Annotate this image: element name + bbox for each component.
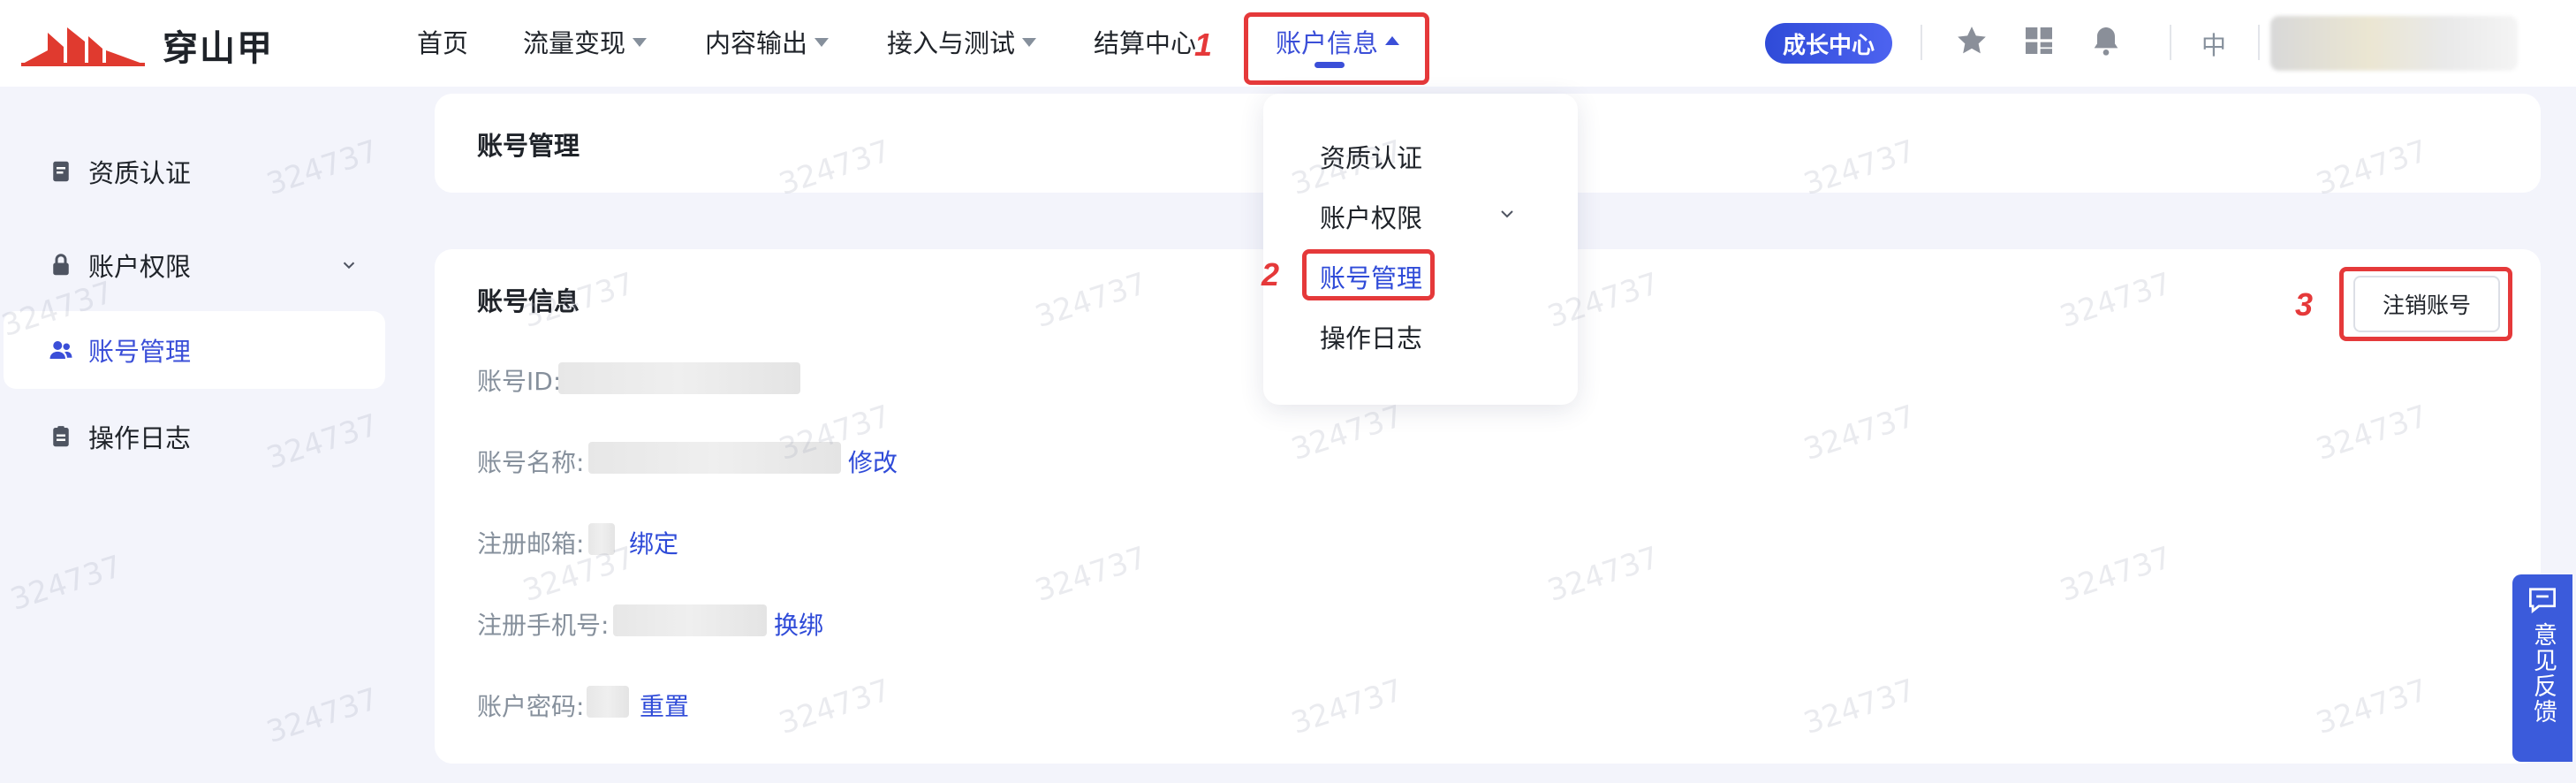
annotation-number-3: 3 — [2295, 286, 2314, 323]
nav-traffic-label: 流量变现 — [523, 28, 626, 58]
nav-integration-label: 接入与测试 — [887, 28, 1016, 58]
growth-center-button[interactable]: 成长中心 — [1765, 23, 1892, 64]
password-label: 账户密码: — [477, 692, 585, 721]
password-value-redacted — [587, 686, 629, 718]
divider — [2170, 25, 2171, 60]
dropdown-item-qualification[interactable]: 资质认证 — [1320, 138, 1422, 175]
reset-password-link[interactable]: 重置 — [640, 688, 689, 723]
phone-label: 注册手机号: — [477, 611, 610, 640]
sidebar-item-label: 资质认证 — [88, 158, 192, 188]
nav-settlement-center[interactable]: 结算中心 — [1094, 23, 1196, 60]
account-id-label: 账号ID: — [477, 367, 562, 396]
nav-home-label: 首页 — [417, 28, 469, 58]
nav-traffic-monetization[interactable]: 流量变现 — [523, 23, 648, 60]
nav-home[interactable]: 首页 — [417, 23, 468, 60]
chevron-down-icon[interactable] — [1496, 203, 1518, 224]
page-title: 账号管理 — [477, 131, 580, 161]
sidebar-item-account-permission[interactable]: 账户权限 — [4, 226, 385, 304]
nav-content-label: 内容输出 — [705, 28, 808, 58]
grid-icon[interactable] — [2021, 23, 2057, 58]
dropdown-item-operation-log[interactable]: 操作日志 — [1320, 318, 1422, 355]
lock-icon — [53, 254, 69, 276]
sidebar-item-account-management[interactable]: 账号管理 — [4, 311, 385, 389]
phone-value-redacted — [613, 604, 767, 636]
email-label: 注册邮箱: — [477, 529, 585, 559]
nav-content-output[interactable]: 内容输出 — [705, 23, 830, 60]
annotation-box-step-2 — [1302, 249, 1435, 300]
caret-down-icon — [1022, 38, 1037, 47]
annotation-box-step-3 — [2339, 267, 2512, 341]
star-icon[interactable] — [1954, 23, 1989, 58]
users-icon — [49, 341, 72, 359]
section-title: 账号信息 — [477, 286, 580, 316]
email-value-redacted — [588, 523, 615, 555]
bind-email-link[interactable]: 绑定 — [629, 525, 678, 560]
annotation-number-1: 1 — [1194, 27, 1213, 63]
annotation-box-step-1 — [1244, 12, 1429, 85]
chat-icon — [2529, 588, 2556, 613]
account-name-value-redacted — [588, 442, 841, 474]
language-switch[interactable]: 中 — [2201, 27, 2226, 62]
edit-name-link[interactable]: 修改 — [848, 444, 898, 479]
dropdown-item-account-permission[interactable]: 账户权限 — [1320, 198, 1422, 235]
divider — [2258, 25, 2260, 60]
sidebar-item-label: 操作日志 — [88, 423, 192, 453]
brand-logo[interactable]: 穿山甲 — [21, 19, 274, 71]
feedback-label: 意见反馈 — [2529, 622, 2557, 725]
sidebar-item-qualification[interactable]: 资质认证 — [4, 133, 385, 210]
user-profile-redacted[interactable] — [2270, 16, 2518, 71]
divider — [1921, 25, 1922, 60]
pangolin-logo-icon — [21, 27, 145, 66]
sidebar-item-label: 账号管理 — [88, 337, 192, 367]
sidebar-item-operation-log[interactable]: 操作日志 — [4, 398, 385, 475]
account-name-label: 账号名称: — [477, 448, 585, 477]
watermark: 324737 — [5, 548, 126, 619]
caret-down-icon — [814, 38, 830, 47]
watermark: 324737 — [261, 680, 383, 751]
chevron-down-icon — [343, 262, 355, 270]
caret-down-icon — [633, 38, 648, 47]
nav-integration-testing[interactable]: 接入与测试 — [887, 23, 1037, 60]
account-id-value-redacted — [558, 362, 800, 394]
document-icon — [53, 161, 69, 182]
nav-settlement-label: 结算中心 — [1094, 28, 1197, 58]
brand-name: 穿山甲 — [163, 28, 274, 69]
annotation-number-2: 2 — [1261, 256, 1280, 293]
clipboard-icon — [53, 426, 69, 447]
bell-icon[interactable] — [2088, 23, 2124, 58]
sidebar-item-label: 账户权限 — [88, 252, 192, 282]
feedback-button[interactable]: 意见反馈 — [2512, 574, 2572, 762]
rebind-phone-link[interactable]: 换绑 — [774, 606, 823, 642]
